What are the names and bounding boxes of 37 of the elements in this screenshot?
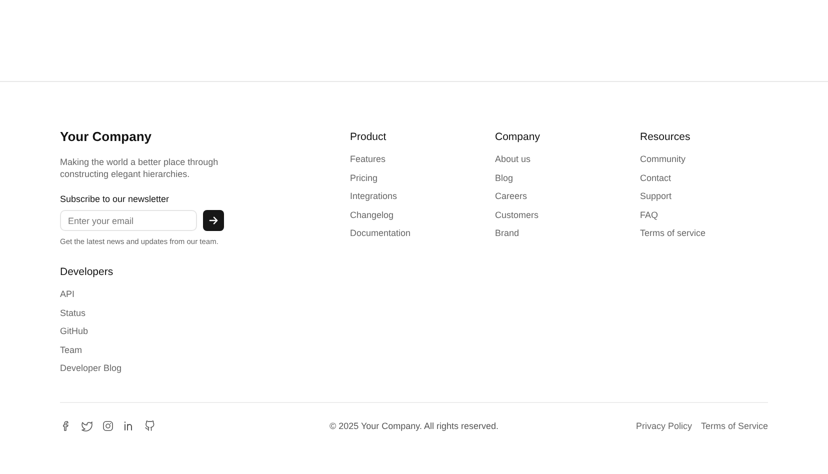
footer-link[interactable]: Terms of service xyxy=(640,227,706,240)
footer-link[interactable]: Developer Blog xyxy=(60,362,122,374)
footer-link[interactable]: Careers xyxy=(495,190,528,202)
footer-link[interactable]: Pricing xyxy=(350,172,378,184)
linkedin-icon[interactable] xyxy=(123,420,135,432)
arrow-right-icon xyxy=(209,216,218,225)
footer-link[interactable]: API xyxy=(60,288,75,300)
subscribe-button[interactable] xyxy=(203,210,224,231)
footer-link[interactable]: Features xyxy=(350,153,386,166)
company-name: Your Company xyxy=(60,128,152,146)
footer-link[interactable]: Blog xyxy=(495,172,514,184)
footer-link[interactable]: Documentation xyxy=(350,227,411,240)
footer-link[interactable]: Support xyxy=(640,190,672,202)
github-icon[interactable] xyxy=(144,420,156,432)
legal-link[interactable]: Privacy Policy xyxy=(636,420,692,432)
footer-link[interactable]: Brand xyxy=(495,227,520,240)
footer-link[interactable]: Integrations xyxy=(350,190,398,202)
footer-link[interactable]: GitHub xyxy=(60,325,88,338)
instagram-icon[interactable] xyxy=(102,420,114,432)
footer-link[interactable]: Community xyxy=(640,153,686,166)
company-tagline: Making the world a better place through constructing elegant hierarchies. xyxy=(60,156,220,180)
copyright-text: © 2025 Your Company. All rights reserved. xyxy=(329,420,499,431)
email-field[interactable]: Enter your email xyxy=(60,210,197,231)
footer-link[interactable]: Status xyxy=(60,306,86,319)
footer-link[interactable]: Team xyxy=(60,344,82,356)
column-heading: Product xyxy=(350,130,388,144)
footer-link[interactable]: FAQ xyxy=(640,208,658,221)
column-heading: Developers xyxy=(60,265,114,279)
footer-link[interactable]: About us xyxy=(495,153,531,166)
twitter-icon[interactable] xyxy=(81,420,93,432)
footer-link[interactable]: Changelog xyxy=(350,208,394,221)
legal-link[interactable]: Terms of Service xyxy=(700,420,768,432)
column-heading: Company xyxy=(495,130,541,144)
column-heading: Resources xyxy=(640,130,692,144)
footer-link[interactable]: Customers xyxy=(495,208,539,221)
footer-link[interactable]: Contact xyxy=(640,172,672,184)
newsletter-title: Subscribe to our newsletter xyxy=(60,194,170,204)
